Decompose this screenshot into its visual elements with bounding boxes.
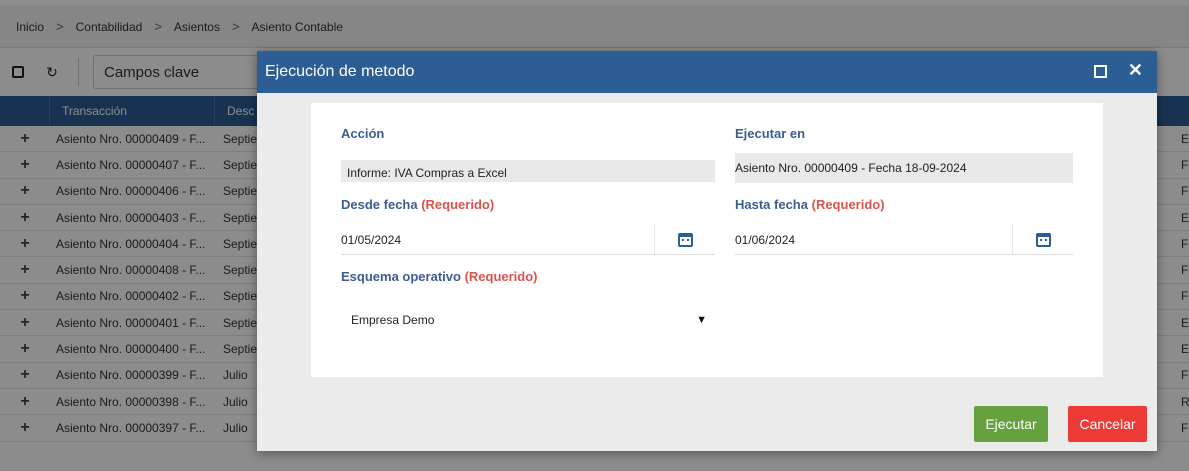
execute-button[interactable]: Ejecutar (974, 406, 1048, 442)
hasta-fecha-picker[interactable] (1013, 232, 1073, 247)
hasta-fecha-value[interactable]: 01/06/2024 (735, 224, 1013, 255)
esquema-operativo-label: Esquema operativo (Requerido) (341, 269, 538, 284)
hasta-fecha-label: Hasta fecha (Requerido) (735, 197, 885, 212)
required-indicator: (Requerido) (811, 197, 885, 212)
dialog-form: Acción Informe: IVA Compras a Excel Ejec… (311, 103, 1103, 377)
hasta-fecha-label-text: Hasta fecha (735, 197, 808, 212)
required-indicator: (Requerido) (464, 269, 538, 284)
ejecutar-en-field: Asiento Nro. 00000409 - Fecha 18-09-2024 (735, 153, 1073, 183)
dialog-footer: Ejecutar Cancelar (257, 395, 1157, 451)
cancel-button[interactable]: Cancelar (1068, 406, 1147, 442)
required-indicator: (Requerido) (421, 197, 495, 212)
esquema-operativo-value: Empresa Demo (351, 313, 435, 327)
desde-fecha-picker[interactable] (655, 232, 715, 247)
desde-fecha-value[interactable]: 01/05/2024 (341, 224, 655, 255)
calendar-icon (1035, 232, 1051, 247)
accion-field: Informe: IVA Compras a Excel (341, 160, 715, 182)
dialog-header: Ejecución de metodo ✕ (257, 51, 1157, 93)
dropdown-arrow-icon: ▼ (696, 314, 707, 326)
accion-label: Acción (341, 126, 385, 141)
calendar-icon (677, 232, 693, 247)
close-icon[interactable]: ✕ (1128, 60, 1143, 81)
dialog-title: Ejecución de metodo (265, 63, 415, 80)
hasta-fecha-input[interactable]: 01/06/2024 (735, 224, 1073, 255)
ejecutar-en-label: Ejecutar en (735, 126, 806, 141)
desde-fecha-input[interactable]: 01/05/2024 (341, 224, 715, 255)
esquema-label-text: Esquema operativo (341, 269, 461, 284)
maximize-icon[interactable] (1094, 65, 1107, 78)
esquema-operativo-select[interactable]: Empresa Demo ▼ (341, 305, 715, 335)
desde-fecha-label: Desde fecha (Requerido) (341, 197, 494, 212)
method-execution-dialog: Ejecución de metodo ✕ Acción Informe: IV… (257, 51, 1157, 451)
desde-fecha-label-text: Desde fecha (341, 197, 418, 212)
